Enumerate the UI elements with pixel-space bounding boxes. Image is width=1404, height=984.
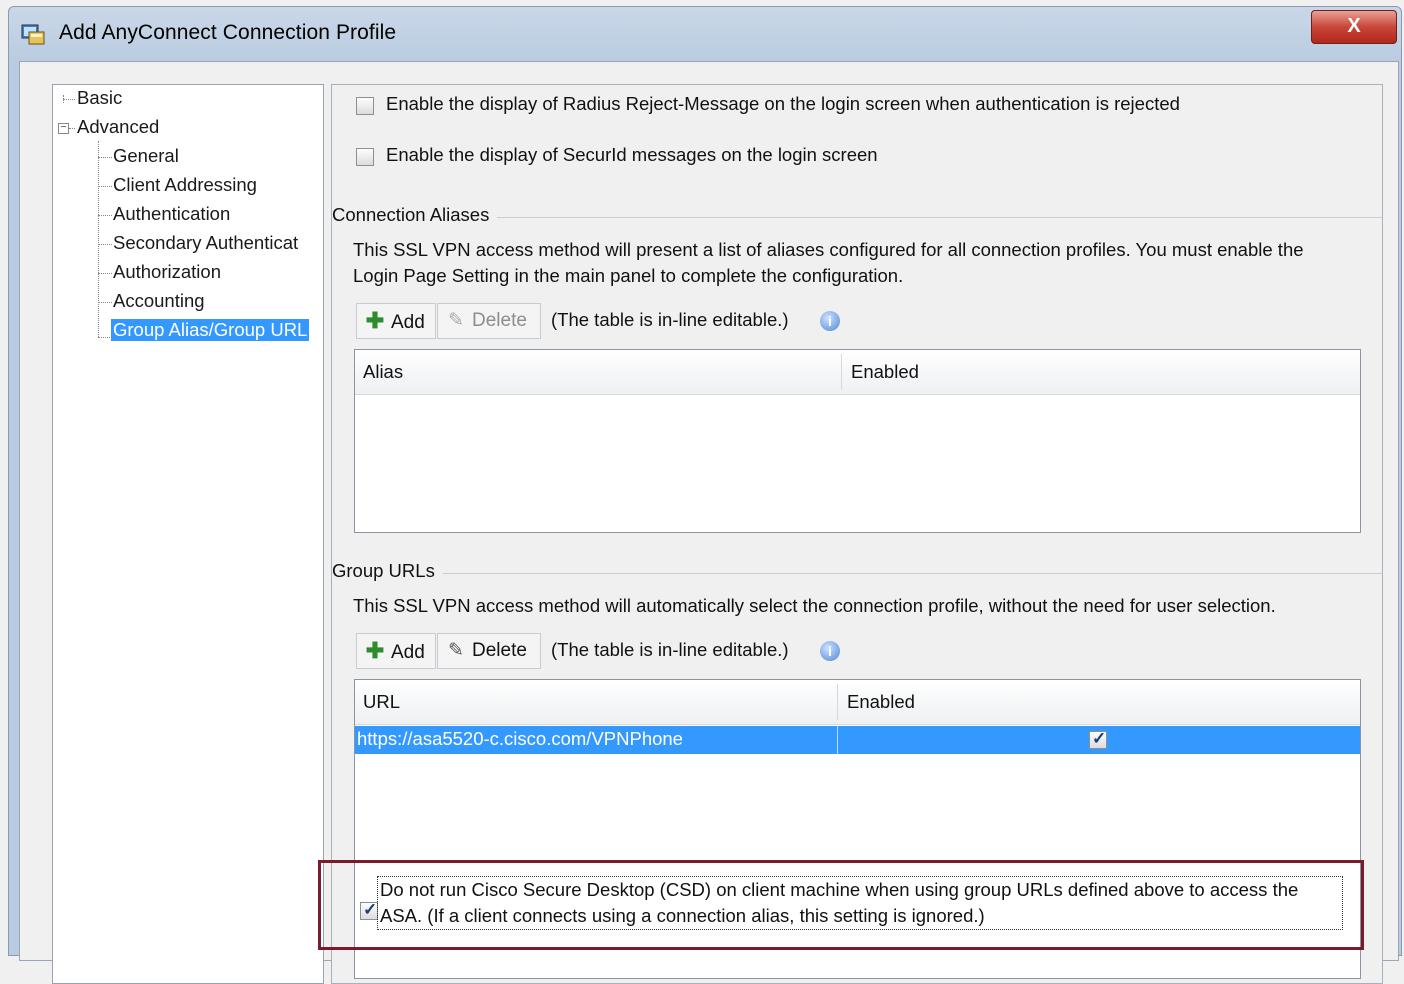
tree-connector xyxy=(98,157,112,158)
column-header-enabled[interactable]: Enabled xyxy=(843,350,919,394)
tree-item-authorization[interactable]: Authorization xyxy=(113,261,221,283)
url-add-button[interactable]: ✚ Add xyxy=(356,633,436,669)
tree-connector xyxy=(98,273,112,274)
urls-table-header: URL Enabled xyxy=(355,680,1360,725)
url-delete-label: Delete xyxy=(472,640,527,661)
tree-item-general[interactable]: General xyxy=(113,145,179,167)
securid-label: Enable the display of SecurId messages o… xyxy=(386,144,878,165)
close-button[interactable]: X xyxy=(1311,10,1397,44)
app-icon xyxy=(21,24,45,45)
close-icon: X xyxy=(1347,15,1361,37)
tree-connector xyxy=(69,128,75,129)
column-divider xyxy=(837,684,838,720)
connection-aliases-title: Connection Aliases xyxy=(332,204,498,226)
dialog-client-area: Basic − Advanced General Client Addressi… xyxy=(19,61,1399,984)
nav-tree: Basic − Advanced General Client Addressi… xyxy=(52,84,324,984)
dialog-title: Add AnyConnect Connection Profile xyxy=(59,21,397,44)
column-divider xyxy=(837,726,838,754)
alias-add-label: Add xyxy=(391,312,425,333)
url-delete-button[interactable]: ✎ Delete xyxy=(437,633,541,669)
title-bar: Add AnyConnect Connection Profile X xyxy=(9,7,1401,59)
group-urls-title: Group URLs xyxy=(332,560,443,582)
collapse-icon[interactable]: − xyxy=(58,123,69,134)
tree-connector xyxy=(98,302,112,303)
edit-icon: ✎ xyxy=(448,640,464,661)
plus-icon: ✚ xyxy=(365,638,385,663)
csd-label-line2: ASA. (If a client connects using a conne… xyxy=(380,905,985,926)
aliases-table-header: Alias Enabled xyxy=(355,350,1360,395)
url-enabled-checkbox[interactable] xyxy=(1089,729,1107,749)
alias-table-hint: (The table is in-line editable.) xyxy=(551,309,789,330)
tree-connector xyxy=(63,99,75,100)
tree-connector xyxy=(98,141,99,337)
tree-item-secondary-authentication[interactable]: Secondary Authenticat xyxy=(113,232,298,254)
section-divider xyxy=(332,573,1382,574)
tree-item-client-addressing[interactable]: Client Addressing xyxy=(113,174,257,196)
tree-connector xyxy=(98,215,112,216)
column-header-url[interactable]: URL xyxy=(355,680,837,724)
securid-checkbox[interactable] xyxy=(356,148,374,166)
alias-delete-label: Delete xyxy=(472,310,527,331)
tree-item-authentication[interactable]: Authentication xyxy=(113,203,230,225)
table-row[interactable]: https://asa5520-c.cisco.com/VPNPhone xyxy=(355,726,1360,754)
dialog-window: Add AnyConnect Connection Profile X Basi… xyxy=(8,6,1402,984)
tree-connector xyxy=(98,186,112,187)
info-icon[interactable]: i xyxy=(820,311,840,331)
column-divider xyxy=(841,354,842,390)
radius-reject-checkbox[interactable] xyxy=(356,97,374,115)
tree-item-accounting[interactable]: Accounting xyxy=(113,290,205,312)
column-header-alias[interactable]: Alias xyxy=(355,350,841,394)
csd-label: Do not run Cisco Secure Desktop (CSD) on… xyxy=(377,876,1343,930)
url-cell[interactable]: https://asa5520-c.cisco.com/VPNPhone xyxy=(357,728,683,750)
aliases-table: Alias Enabled xyxy=(354,349,1361,533)
column-header-enabled[interactable]: Enabled xyxy=(839,680,915,724)
info-icon[interactable]: i xyxy=(820,641,840,661)
settings-panel: Enable the display of Radius Reject-Mess… xyxy=(331,84,1383,984)
aliases-description-line1: This SSL VPN access method will present … xyxy=(353,239,1304,260)
url-add-label: Add xyxy=(391,642,425,663)
tree-item-advanced[interactable]: Advanced xyxy=(77,116,159,138)
tree-item-basic[interactable]: Basic xyxy=(77,87,122,109)
url-table-hint: (The table is in-line editable.) xyxy=(551,639,789,660)
alias-add-button[interactable]: ✚ Add xyxy=(356,303,436,339)
urls-description: This SSL VPN access method will automati… xyxy=(353,595,1276,616)
radius-reject-label: Enable the display of Radius Reject-Mess… xyxy=(386,93,1180,114)
edit-icon: ✎ xyxy=(448,310,464,331)
tree-connector xyxy=(98,337,112,338)
tree-item-group-alias-url[interactable]: Group Alias/Group URL xyxy=(111,319,310,341)
tree-connector xyxy=(98,244,112,245)
aliases-description-line2: Login Page Setting in the main panel to … xyxy=(353,265,904,286)
plus-icon: ✚ xyxy=(365,308,385,333)
csd-label-line1: Do not run Cisco Secure Desktop (CSD) on… xyxy=(380,879,1299,900)
alias-delete-button[interactable]: ✎ Delete xyxy=(437,303,541,339)
